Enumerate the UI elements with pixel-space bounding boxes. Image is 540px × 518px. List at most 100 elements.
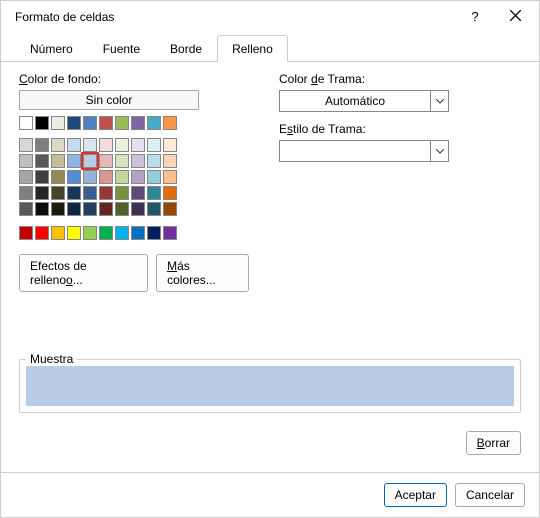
pattern-style-dropdown[interactable] [279, 140, 449, 162]
color-swatch[interactable] [99, 154, 113, 168]
tab-fuente[interactable]: Fuente [88, 35, 155, 62]
color-swatch[interactable] [51, 202, 65, 216]
chevron-down-icon[interactable] [430, 91, 448, 111]
color-swatch[interactable] [99, 202, 113, 216]
color-swatch[interactable] [19, 186, 33, 200]
color-swatch[interactable] [147, 226, 161, 240]
color-swatch[interactable] [67, 138, 81, 152]
color-swatch[interactable] [67, 170, 81, 184]
standard-color-row [19, 226, 249, 240]
tab-bar: Número Fuente Borde Relleno [1, 34, 539, 62]
color-swatch[interactable] [51, 138, 65, 152]
color-swatch[interactable] [163, 226, 177, 240]
color-swatch[interactable] [19, 116, 33, 130]
pattern-color-dropdown[interactable]: Automático [279, 90, 449, 112]
color-swatch[interactable] [35, 170, 49, 184]
color-swatch[interactable] [115, 138, 129, 152]
color-swatch[interactable] [115, 154, 129, 168]
color-swatch[interactable] [51, 116, 65, 130]
color-swatch[interactable] [131, 170, 145, 184]
color-swatch[interactable] [35, 186, 49, 200]
color-swatch[interactable] [51, 186, 65, 200]
color-swatch[interactable] [147, 202, 161, 216]
color-swatch[interactable] [131, 202, 145, 216]
color-swatch[interactable] [19, 170, 33, 184]
color-swatch[interactable] [131, 116, 145, 130]
theme-color-row [19, 116, 249, 130]
color-swatch[interactable] [51, 154, 65, 168]
color-swatch[interactable] [51, 170, 65, 184]
color-swatch[interactable] [67, 202, 81, 216]
color-swatch[interactable] [115, 116, 129, 130]
color-swatch[interactable] [19, 138, 33, 152]
color-swatch[interactable] [131, 186, 145, 200]
color-swatch[interactable] [131, 154, 145, 168]
color-swatch[interactable] [99, 226, 113, 240]
color-swatch[interactable] [163, 170, 177, 184]
color-swatch[interactable] [83, 170, 97, 184]
color-swatch[interactable] [83, 138, 97, 152]
clear-button[interactable]: Borrar [466, 431, 521, 455]
color-swatch[interactable] [115, 226, 129, 240]
background-color-label: Color de fondo: [19, 72, 249, 86]
color-swatch[interactable] [51, 226, 65, 240]
color-swatch[interactable] [115, 170, 129, 184]
color-swatch[interactable] [147, 170, 161, 184]
pattern-color-value: Automático [280, 91, 430, 111]
dialog-title: Formato de celdas [15, 10, 114, 24]
close-button[interactable] [503, 9, 527, 24]
fill-effects-button[interactable]: Efectos de rellenoo... [19, 254, 148, 292]
color-swatch[interactable] [67, 226, 81, 240]
color-swatch[interactable] [67, 116, 81, 130]
more-colors-button[interactable]: Más colores... [156, 254, 249, 292]
color-swatch[interactable] [115, 186, 129, 200]
color-swatch[interactable] [99, 138, 113, 152]
color-swatch[interactable] [99, 116, 113, 130]
color-swatch[interactable] [115, 202, 129, 216]
color-swatch[interactable] [19, 202, 33, 216]
color-swatch[interactable] [147, 138, 161, 152]
sample-label: Muestra [26, 352, 77, 366]
color-swatch[interactable] [83, 202, 97, 216]
color-swatch[interactable] [83, 154, 97, 168]
cancel-button[interactable]: Cancelar [455, 483, 525, 507]
color-swatch[interactable] [35, 202, 49, 216]
color-swatch[interactable] [83, 186, 97, 200]
color-swatch[interactable] [99, 170, 113, 184]
color-swatch[interactable] [163, 202, 177, 216]
color-swatch[interactable] [99, 186, 113, 200]
color-swatch[interactable] [147, 154, 161, 168]
color-swatch[interactable] [83, 116, 97, 130]
tab-relleno[interactable]: Relleno [217, 35, 288, 62]
dialog-footer: Aceptar Cancelar [1, 472, 539, 517]
no-color-button[interactable]: Sin color [19, 90, 199, 110]
pattern-color-label: Color de Trama: [279, 72, 521, 86]
color-swatch[interactable] [67, 186, 81, 200]
color-swatch[interactable] [147, 186, 161, 200]
color-palette [19, 138, 249, 216]
tab-borde[interactable]: Borde [155, 35, 217, 62]
titlebar: Formato de celdas ? [1, 1, 539, 28]
color-swatch[interactable] [35, 226, 49, 240]
color-swatch[interactable] [83, 226, 97, 240]
color-swatch[interactable] [163, 138, 177, 152]
ok-button[interactable]: Aceptar [384, 483, 447, 507]
color-swatch[interactable] [35, 116, 49, 130]
color-swatch[interactable] [19, 226, 33, 240]
pattern-style-value [280, 141, 430, 161]
color-swatch[interactable] [35, 138, 49, 152]
sample-section: Muestra [19, 351, 521, 413]
help-button[interactable]: ? [463, 9, 487, 24]
tab-numero[interactable]: Número [15, 35, 88, 62]
sample-preview [26, 366, 514, 406]
color-swatch[interactable] [131, 226, 145, 240]
color-swatch[interactable] [163, 154, 177, 168]
color-swatch[interactable] [163, 186, 177, 200]
chevron-down-icon[interactable] [430, 141, 448, 161]
color-swatch[interactable] [147, 116, 161, 130]
color-swatch[interactable] [35, 154, 49, 168]
color-swatch[interactable] [19, 154, 33, 168]
color-swatch[interactable] [131, 138, 145, 152]
color-swatch[interactable] [163, 116, 177, 130]
color-swatch[interactable] [67, 154, 81, 168]
